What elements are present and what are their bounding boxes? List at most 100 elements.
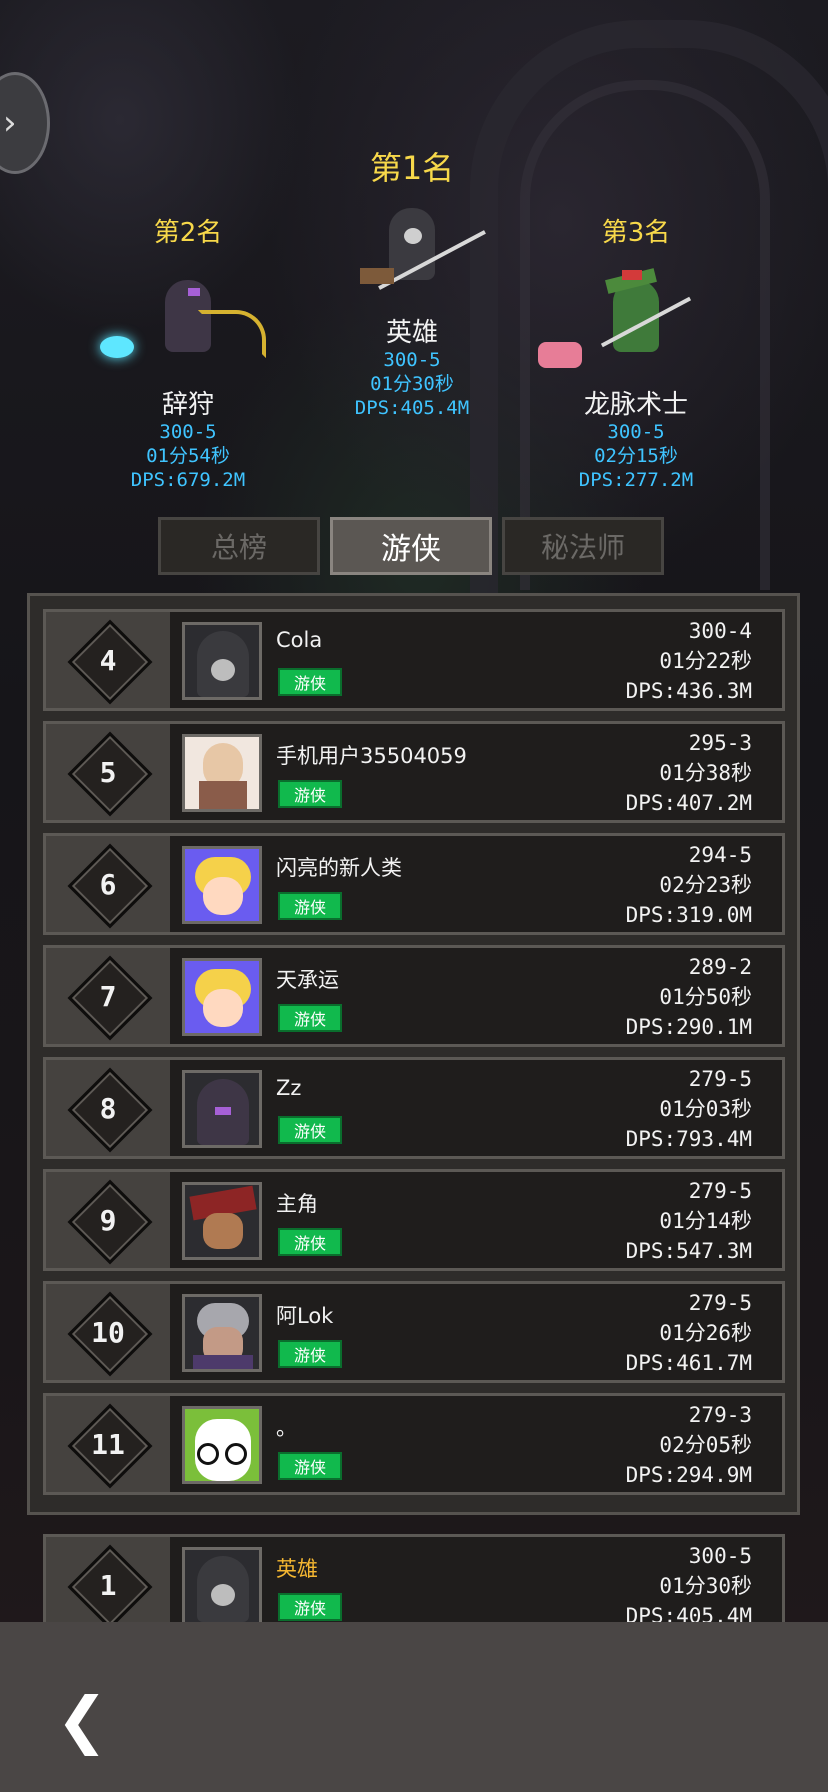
table-row[interactable]: 10 阿Lok 游侠 279-5 01分26秒 DPS:461.7M [43, 1281, 785, 1383]
tab-arcanist[interactable]: 秘法师 [502, 517, 664, 575]
avatar[interactable] [182, 622, 262, 700]
podium-third[interactable]: 第3名 龙脉术士 300-5 02分15秒 DPS:277.2M [536, 216, 736, 492]
class-badge: 游侠 [278, 1340, 342, 1368]
avatar[interactable] [182, 1294, 262, 1372]
rank-number: 9 [99, 1203, 117, 1237]
class-tab-bar: 总榜 游侠 秘法师 [158, 517, 670, 579]
podium-first[interactable]: 第1名 英雄 300-5 01分30秒 DPS:405.4M [312, 148, 512, 420]
class-badge: 游侠 [278, 1004, 342, 1032]
clear-time: 01分22秒 [659, 649, 752, 673]
class-badge: 游侠 [278, 1452, 342, 1480]
class-badge: 游侠 [278, 780, 342, 808]
rank-number: 10 [91, 1315, 125, 1349]
hero-sprite [312, 188, 512, 318]
dps-value: DPS:793.4M [625, 1127, 752, 1151]
table-row[interactable]: 9 主角游侠 279-5 01分14秒 DPS:547.3M [43, 1169, 785, 1271]
dps-value: DPS:319.0M [625, 903, 752, 927]
player-name: 。 [276, 1416, 297, 1440]
player-stats: 279-5 01分03秒 DPS:793.4M [626, 1064, 752, 1154]
rank-number: 4 [99, 643, 117, 677]
clear-time: 01分03秒 [659, 1097, 752, 1121]
avatar[interactable] [182, 1547, 262, 1625]
podium-dps: DPS:405.4M [354, 397, 470, 419]
podium-player-name: 英雄 [385, 318, 438, 348]
my-rank-row[interactable]: 1 英雄 游侠 300-5 01分30秒 DPS:405.4M [43, 1534, 785, 1636]
avatar[interactable] [182, 846, 262, 924]
podium-level: 300-5 [159, 421, 217, 443]
player-stats: 279-5 01分14秒 DPS:547.3M [626, 1176, 752, 1266]
tab-ranger[interactable]: 游侠 [330, 517, 492, 575]
dps-value: DPS:407.2M [625, 791, 752, 815]
podium-dps: DPS:679.2M [130, 469, 246, 491]
player-stats: 300-5 01分30秒 DPS:405.4M [626, 1541, 752, 1631]
clear-time: 01分14秒 [659, 1209, 752, 1233]
hero-sprite [88, 250, 288, 390]
avatar[interactable] [182, 1070, 262, 1148]
podium-rank-title: 第2名 [153, 218, 223, 248]
rank-number: 11 [91, 1427, 125, 1461]
dps-value: DPS:547.3M [625, 1239, 752, 1263]
player-name: Cola [276, 628, 323, 652]
player-stats: 279-5 01分26秒 DPS:461.7M [626, 1288, 752, 1378]
level-stage: 289-2 [688, 955, 752, 979]
chevron-left-icon: ❮ [56, 1683, 108, 1756]
player-name: 主角 [276, 1192, 318, 1216]
podium-second[interactable]: 第2名 辞狩 300-5 01分54秒 DPS:679.2M [88, 216, 288, 492]
avatar[interactable] [182, 1182, 262, 1260]
rank-number: 6 [99, 867, 117, 901]
table-row[interactable]: 8 Zz 游侠 279-5 01分03秒 DPS:793.4M [43, 1057, 785, 1159]
table-row[interactable]: 11 。游侠 279-3 02分05秒 DPS:294.9M [43, 1393, 785, 1495]
player-name: 英雄 [276, 1557, 318, 1581]
rank-number: 5 [99, 755, 117, 789]
level-stage: 279-5 [688, 1179, 752, 1203]
table-row[interactable]: 4 Cola 游侠 300-4 01分22秒 DPS:436.3M [43, 609, 785, 711]
clear-time: 02分23秒 [659, 873, 752, 897]
dps-value: DPS:290.1M [625, 1015, 752, 1039]
tab-overall[interactable]: 总榜 [158, 517, 320, 575]
player-name: 阿Lok [276, 1304, 334, 1328]
level-stage: 279-5 [688, 1291, 752, 1315]
level-stage: 279-5 [688, 1067, 752, 1091]
class-badge: 游侠 [278, 1593, 342, 1621]
rank-number: 7 [99, 979, 117, 1013]
player-stats: 279-3 02分05秒 DPS:294.9M [626, 1400, 752, 1490]
podium-rank-title: 第1名 [369, 149, 455, 187]
podium-level: 300-5 [607, 421, 665, 443]
player-name: 闪亮的新人类 [276, 856, 402, 880]
rank-number: 1 [99, 1568, 117, 1602]
player-stats: 294-5 02分23秒 DPS:319.0M [626, 840, 752, 930]
player-name: Zz [276, 1076, 302, 1100]
clear-time: 01分50秒 [659, 985, 752, 1009]
level-stage: 279-3 [688, 1403, 752, 1427]
dps-value: DPS:461.7M [625, 1351, 752, 1375]
player-name: 手机用户35504059 [276, 744, 467, 768]
avatar[interactable] [182, 1406, 262, 1484]
table-row[interactable]: 7 天承运 游侠 289-2 01分50秒 DPS:290.1M [43, 945, 785, 1047]
level-stage: 295-3 [688, 731, 752, 755]
table-row[interactable]: 5 手机用户35504059 游侠 295-3 01分38秒 DPS:407.2M [43, 721, 785, 823]
level-stage: 300-4 [688, 619, 752, 643]
table-row[interactable]: 6 闪亮的新人类游侠 294-5 02分23秒 DPS:319.0M [43, 833, 785, 935]
class-badge: 游侠 [278, 1116, 342, 1144]
podium-rank-title: 第3名 [601, 218, 671, 248]
back-button[interactable]: ❮ [56, 1688, 112, 1752]
player-stats: 300-4 01分22秒 DPS:436.3M [626, 616, 752, 706]
chevron-right-icon: › [3, 103, 17, 143]
avatar[interactable] [182, 734, 262, 812]
dps-value: DPS:294.9M [625, 1463, 752, 1487]
rank-number: 8 [99, 1091, 117, 1125]
avatar[interactable] [182, 958, 262, 1036]
class-badge: 游侠 [278, 892, 342, 920]
podium-time: 01分30秒 [370, 373, 454, 395]
class-badge: 游侠 [278, 1228, 342, 1256]
bottom-bar [0, 1622, 828, 1792]
clear-time: 01分26秒 [659, 1321, 752, 1345]
clear-time: 01分38秒 [659, 761, 752, 785]
clear-time: 01分30秒 [659, 1574, 752, 1598]
clear-time: 02分05秒 [659, 1433, 752, 1457]
podium-time: 02分15秒 [594, 445, 678, 467]
podium-dps: DPS:277.2M [578, 469, 694, 491]
dps-value: DPS:436.3M [625, 679, 752, 703]
podium-player-name: 辞狩 [161, 390, 214, 420]
level-stage: 294-5 [688, 843, 752, 867]
